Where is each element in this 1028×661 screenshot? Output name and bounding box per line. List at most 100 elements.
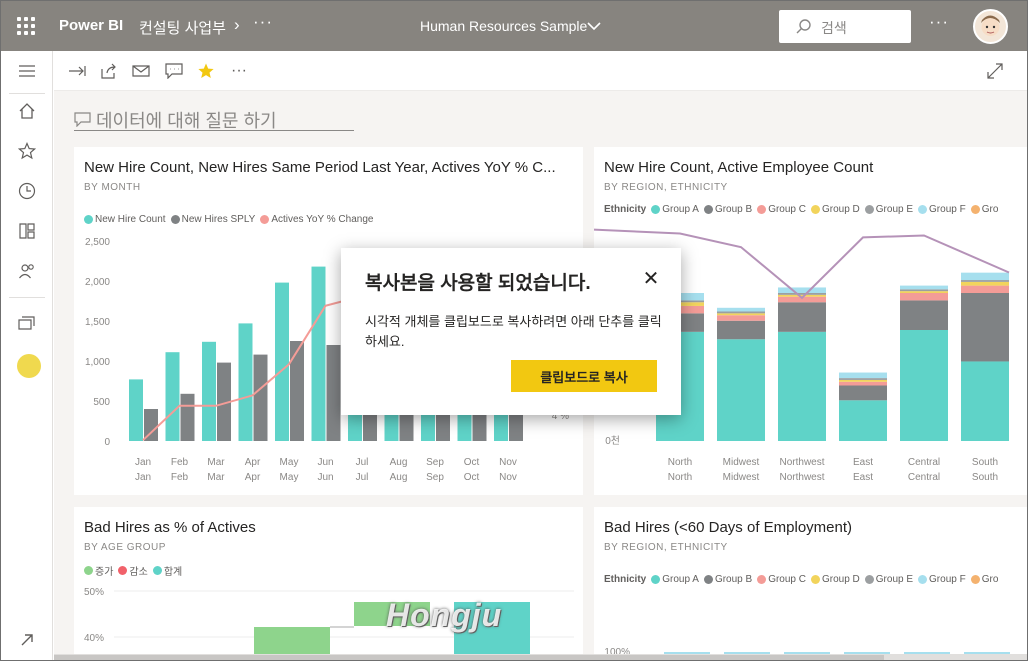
search-icon	[796, 19, 811, 34]
copy-to-clipboard-button[interactable]: 클립보드로 복사	[511, 360, 657, 392]
x-tick-label: Jul	[356, 472, 369, 483]
bar-new-hires-sply	[290, 341, 304, 441]
stacked-bar-segment	[717, 320, 765, 340]
stacked-bar-segment	[717, 339, 765, 441]
bad-hires-region-chart: 100%	[604, 647, 1010, 660]
app-launcher-icon[interactable]	[17, 17, 35, 35]
expand-pane-icon[interactable]	[66, 61, 88, 81]
x-tick-label: East	[853, 457, 873, 468]
stacked-bar-segment	[961, 281, 1009, 286]
chevron-right-icon: ›	[234, 15, 240, 34]
left-navigation	[1, 51, 53, 660]
share-icon[interactable]	[98, 61, 120, 81]
bar-new-hire-count	[129, 379, 143, 441]
stacked-bar-segment	[900, 330, 948, 441]
stacked-bar-segment	[717, 311, 765, 314]
bar-new-hire-count	[238, 323, 253, 441]
stacked-bar-segment	[900, 291, 948, 293]
search-input[interactable]: 검색	[821, 18, 847, 38]
recent-clock-icon[interactable]	[16, 180, 38, 202]
stacked-bar-segment	[839, 400, 887, 441]
scrollbar-thumb[interactable]	[54, 655, 884, 660]
stacked-bar-segment	[778, 293, 826, 295]
comment-icon[interactable]	[163, 61, 185, 81]
stacked-bar-segment	[717, 313, 765, 316]
top-bar: Power BI 컨설팅 사업부 › ··· Human Resources S…	[1, 1, 1027, 51]
nav-divider	[9, 93, 45, 94]
y-tick-label: 500	[93, 397, 110, 408]
dialog-title: 복사본을 사용할 되었습니다.	[365, 273, 591, 294]
x-tick-label: Mar	[207, 472, 225, 483]
bar-new-hire-count	[311, 266, 326, 441]
email-icon[interactable]	[130, 61, 152, 81]
x-tick-label: Northwest	[779, 472, 824, 483]
workspace-breadcrumb[interactable]: 컨설팅 사업부	[139, 17, 226, 38]
x-tick-label: Sep	[426, 457, 444, 468]
chevron-down-icon[interactable]	[586, 15, 602, 37]
x-tick-label: Aug	[390, 472, 408, 483]
tile-bad-hires-region[interactable]: Bad Hires (<60 Days of Employment) BY RE…	[594, 507, 1027, 660]
y-tick-label: 2,000	[85, 277, 110, 288]
stacked-bar-segment	[778, 302, 826, 332]
stacked-bar-segment	[961, 280, 1009, 282]
stacked-bar-segment	[839, 381, 887, 386]
bar-new-hires-sply	[253, 354, 268, 441]
close-icon[interactable]: ✕	[641, 268, 661, 290]
x-tick-label: Jan	[135, 457, 151, 468]
get-data-arrow-icon[interactable]	[16, 629, 38, 651]
stacked-bar-segment	[961, 361, 1009, 441]
workspace-badge-icon[interactable]	[17, 354, 41, 378]
tile-bad-hires-age[interactable]: Bad Hires as % of Actives BY AGE GROUP 증…	[74, 507, 583, 660]
bad-hires-age-chart: 50% 40%	[84, 587, 574, 660]
y-tick-label: 1,000	[85, 357, 110, 368]
apps-icon[interactable]	[16, 220, 38, 242]
stacked-bar-segment	[900, 293, 948, 301]
bar-new-hire-count	[165, 352, 180, 441]
x-tick-label: Apr	[245, 472, 261, 483]
qna-input[interactable]: 데이터에 대해 질문 하기	[74, 105, 354, 131]
shared-with-me-icon[interactable]	[16, 260, 38, 282]
x-tick-label: Northwest	[779, 457, 824, 468]
stacked-bar-segment	[778, 294, 826, 297]
x-tick-label: Midwest	[723, 472, 760, 483]
stacked-bar-segment	[717, 307, 765, 312]
y-tick-label: 40%	[84, 633, 104, 644]
report-title[interactable]: Human Resources Sample	[420, 18, 587, 34]
bar-new-hire-count	[275, 282, 289, 441]
watermark: Hongju	[386, 597, 503, 633]
x-tick-label: South	[972, 472, 998, 483]
settings-more-icon[interactable]: ···	[929, 12, 949, 32]
bar-new-hires-sply	[326, 345, 341, 441]
chat-bubble-icon	[74, 112, 91, 127]
x-tick-label: Sep	[426, 472, 444, 483]
x-tick-label: Feb	[171, 457, 189, 468]
horizontal-scrollbar[interactable]	[54, 654, 1027, 660]
nav-divider	[9, 297, 45, 298]
workspaces-icon[interactable]	[16, 314, 38, 336]
search-box[interactable]: 검색	[779, 10, 911, 43]
stacked-bar-segment	[961, 272, 1009, 281]
brand-name[interactable]: Power BI	[59, 17, 123, 34]
x-tick-label: Nov	[499, 472, 517, 483]
more-options-icon[interactable]: ···	[253, 12, 273, 32]
x-tick-label: Jul	[356, 457, 369, 468]
more-actions-icon[interactable]: ···	[228, 61, 250, 81]
hamburger-menu-icon[interactable]	[16, 60, 38, 82]
home-icon[interactable]	[16, 100, 38, 122]
stacked-bar-segment	[900, 285, 948, 290]
stacked-bar-segment	[778, 331, 826, 441]
favorites-star-icon[interactable]	[16, 140, 38, 162]
fullscreen-icon[interactable]	[984, 61, 1006, 81]
x-tick-label: Feb	[171, 472, 189, 483]
x-tick-label: North	[668, 457, 692, 468]
stacked-bar-segment	[839, 372, 887, 379]
avatar[interactable]	[973, 9, 1008, 44]
x-tick-label: Mar	[207, 457, 225, 468]
x-tick-label: Oct	[464, 472, 480, 483]
x-tick-label: May	[280, 472, 299, 483]
stacked-bar-segment	[900, 289, 948, 292]
stacked-bar-segment	[961, 285, 1009, 293]
stacked-bar-segment	[961, 293, 1009, 362]
favorite-star-icon[interactable]	[195, 61, 217, 81]
y-tick-label: 50%	[84, 587, 104, 598]
